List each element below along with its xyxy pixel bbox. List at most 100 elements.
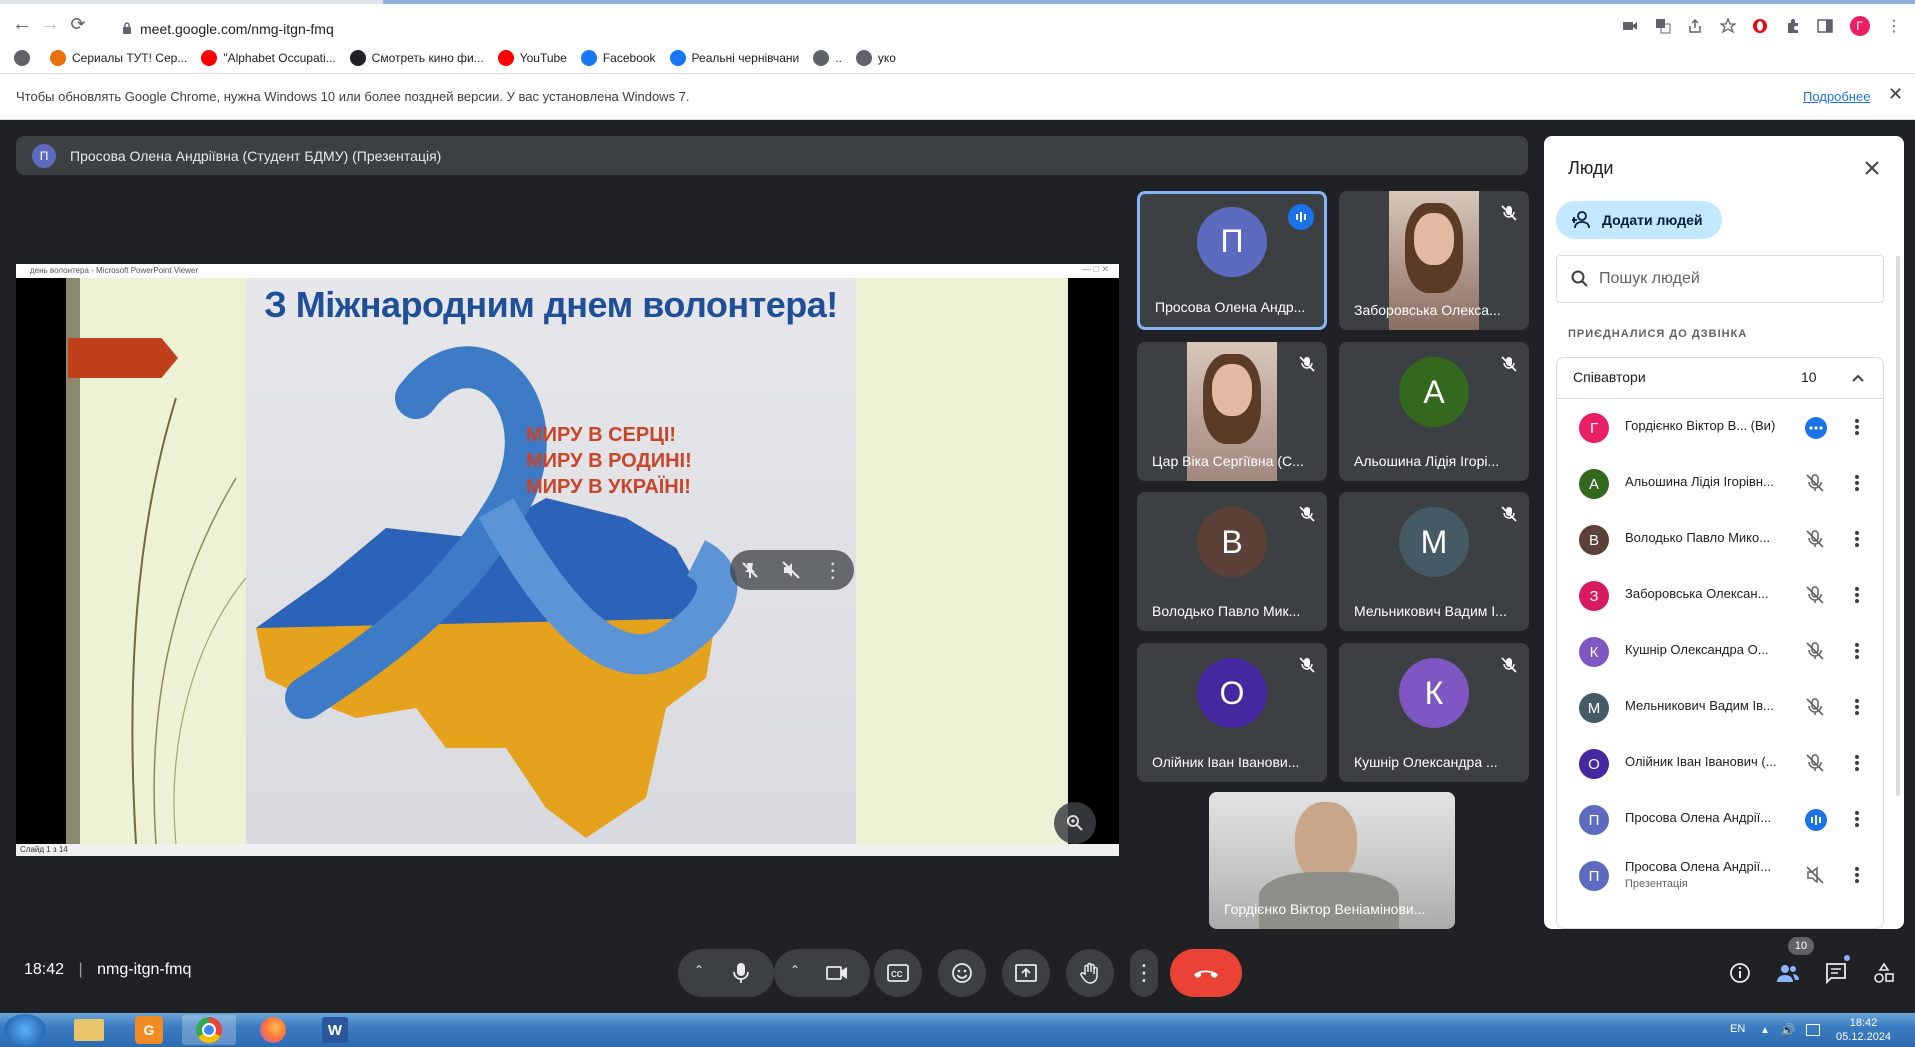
start-button[interactable]: [4, 1014, 46, 1046]
participant-row[interactable]: А Альошина Лідія Ігорівн...: [1557, 455, 1883, 511]
volume-off-icon[interactable]: [782, 561, 800, 579]
more-options-button[interactable]: ⋮: [1130, 949, 1158, 997]
mic-off-icon[interactable]: [1805, 753, 1825, 773]
close-icon[interactable]: ✕: [1888, 84, 1903, 105]
network-icon[interactable]: [1805, 1024, 1820, 1036]
participant-name: Володько Павло Мик...: [1152, 603, 1301, 619]
participant-row[interactable]: Г Гордієнко Віктор В... (Ви): [1557, 399, 1883, 455]
chat-button[interactable]: [1818, 955, 1854, 991]
more-options-icon[interactable]: [1853, 585, 1861, 605]
more-options-icon[interactable]: [1853, 417, 1861, 437]
back-icon[interactable]: ←: [8, 10, 36, 38]
participant-tile[interactable]: П Просова Олена Андр...: [1137, 191, 1327, 330]
captions-button[interactable]: CC: [874, 949, 922, 997]
update-details-link[interactable]: Подробнее: [1803, 89, 1870, 104]
word-taskbar-icon[interactable]: W: [308, 1015, 362, 1045]
more-options-icon[interactable]: [1853, 697, 1861, 717]
camera-icon[interactable]: [826, 964, 848, 982]
participant-row[interactable]: М Мельникович Вадим Ів...: [1557, 679, 1883, 735]
extensions-icon[interactable]: [1785, 18, 1801, 34]
mic-off-icon[interactable]: [1805, 697, 1825, 717]
panel-scrollbar[interactable]: [1896, 256, 1900, 796]
clock[interactable]: 18:42 05.12.2024: [1836, 1016, 1891, 1044]
participant-row[interactable]: П Просова Олена Андрії...: [1557, 791, 1883, 847]
raise-hand-button[interactable]: [1066, 949, 1114, 997]
more-options-icon[interactable]: [1853, 753, 1861, 773]
mic-off-icon[interactable]: [1805, 473, 1825, 493]
svg-text:CC: CC: [891, 970, 903, 979]
chevron-up-icon[interactable]: [1851, 371, 1865, 385]
end-call-button[interactable]: [1170, 949, 1242, 997]
share-icon[interactable]: [1687, 18, 1703, 34]
translate-icon[interactable]: [1655, 18, 1671, 34]
reactions-button[interactable]: [938, 949, 986, 997]
speaking-indicator-icon[interactable]: [1805, 809, 1827, 831]
more-options-icon[interactable]: [1853, 865, 1861, 885]
mic-off-icon[interactable]: [1805, 529, 1825, 549]
close-icon[interactable]: [1862, 158, 1882, 178]
bookmark-item[interactable]: Смотреть кино фи...: [349, 50, 484, 66]
bookmark-item[interactable]: YouTube: [497, 50, 567, 66]
participant-tile[interactable]: К Кушнір Олександра ...: [1339, 643, 1529, 782]
bookmark-item[interactable]: Реальні чернівчани: [669, 50, 799, 66]
self-video-tile[interactable]: Гордієнко Віктор Веніамінови...: [1209, 792, 1455, 929]
language-indicator[interactable]: EN: [1730, 1023, 1745, 1035]
volume-icon[interactable]: 🔊: [1780, 1023, 1795, 1037]
participant-tile[interactable]: О Олійник Іван Іванови...: [1137, 643, 1327, 782]
microphone-icon[interactable]: [733, 962, 749, 984]
people-button[interactable]: [1770, 955, 1806, 991]
participant-row[interactable]: З Заборовська Олексан...: [1557, 567, 1883, 623]
side-panel-icon[interactable]: [1817, 18, 1833, 34]
firefox-taskbar-icon[interactable]: [246, 1015, 300, 1045]
participant-row[interactable]: П Просова Олена Андрії... Презентація: [1557, 847, 1883, 903]
chevron-up-icon[interactable]: ⌃: [790, 963, 800, 977]
participant-row[interactable]: О Олійник Іван Іванович (...: [1557, 735, 1883, 791]
explorer-taskbar-icon[interactable]: [62, 1015, 116, 1045]
bookmark-item[interactable]: Facebook: [580, 50, 656, 66]
chrome-taskbar-icon[interactable]: [182, 1015, 236, 1045]
volume-off-icon[interactable]: [1805, 865, 1825, 885]
profile-avatar[interactable]: Г: [1849, 16, 1870, 36]
camera-blocked-icon[interactable]: [1622, 20, 1638, 32]
add-people-button[interactable]: Додати людей: [1556, 201, 1722, 239]
zoom-icon[interactable]: [1054, 802, 1096, 844]
participant-row[interactable]: В Володько Павло Мико...: [1557, 511, 1883, 567]
opera-extension-icon[interactable]: [1752, 18, 1768, 34]
search-people-input[interactable]: Пошук людей: [1556, 255, 1884, 303]
bookmark-item[interactable]: ..: [813, 50, 842, 66]
mic-off-icon[interactable]: [1805, 641, 1825, 661]
pdf-app-taskbar-icon[interactable]: G: [122, 1015, 176, 1045]
meeting-details-button[interactable]: [1722, 955, 1758, 991]
more-horiz-icon[interactable]: [1805, 417, 1827, 439]
chevron-up-icon[interactable]: ⌃: [694, 963, 704, 977]
chrome-menu-icon[interactable]: ⋮: [1886, 16, 1902, 36]
participant-row[interactable]: К Кушнір Олександра О...: [1557, 623, 1883, 679]
collaborators-header[interactable]: Співавтори 10: [1557, 358, 1883, 399]
bookmark-item[interactable]: [14, 50, 36, 66]
more-options-icon[interactable]: [1853, 473, 1861, 493]
tray-chevron-icon[interactable]: ▲: [1760, 1025, 1770, 1036]
participant-tile[interactable]: А Альошина Лідія Ігорі...: [1339, 342, 1529, 481]
star-icon[interactable]: [1719, 18, 1736, 34]
bookmark-item[interactable]: уко: [855, 50, 896, 66]
participant-tile[interactable]: В Володько Павло Мик...: [1137, 492, 1327, 631]
more-options-icon[interactable]: ⋮: [823, 558, 843, 583]
captions-icon: CC: [887, 964, 909, 982]
lock-icon[interactable]: [122, 22, 132, 34]
shared-screen[interactable]: день волонтера - Microsoft PowerPoint Vi…: [16, 264, 1119, 856]
participant-tile[interactable]: Цар Віка Сергіївна (С...: [1137, 342, 1327, 481]
more-options-icon[interactable]: [1853, 809, 1861, 829]
activities-button[interactable]: [1866, 955, 1902, 991]
url-bar[interactable]: meet.google.com/nmg-itgn-fmq: [108, 14, 1648, 44]
unpin-icon[interactable]: [741, 561, 759, 579]
more-options-icon[interactable]: [1853, 641, 1861, 661]
mic-off-icon[interactable]: [1805, 585, 1825, 605]
bookmark-item[interactable]: "Alphabet Occupati...: [201, 50, 336, 66]
participant-tile[interactable]: Заборовська Олекса...: [1339, 191, 1529, 330]
bookmark-item[interactable]: Сериалы ТУТ! Сер...: [50, 50, 187, 66]
participant-tile[interactable]: М Мельникович Вадим І...: [1339, 492, 1529, 631]
reload-icon[interactable]: ⟳: [64, 10, 92, 38]
present-button[interactable]: [1002, 949, 1050, 997]
forward-icon[interactable]: →: [36, 10, 64, 38]
more-options-icon[interactable]: [1853, 529, 1861, 549]
